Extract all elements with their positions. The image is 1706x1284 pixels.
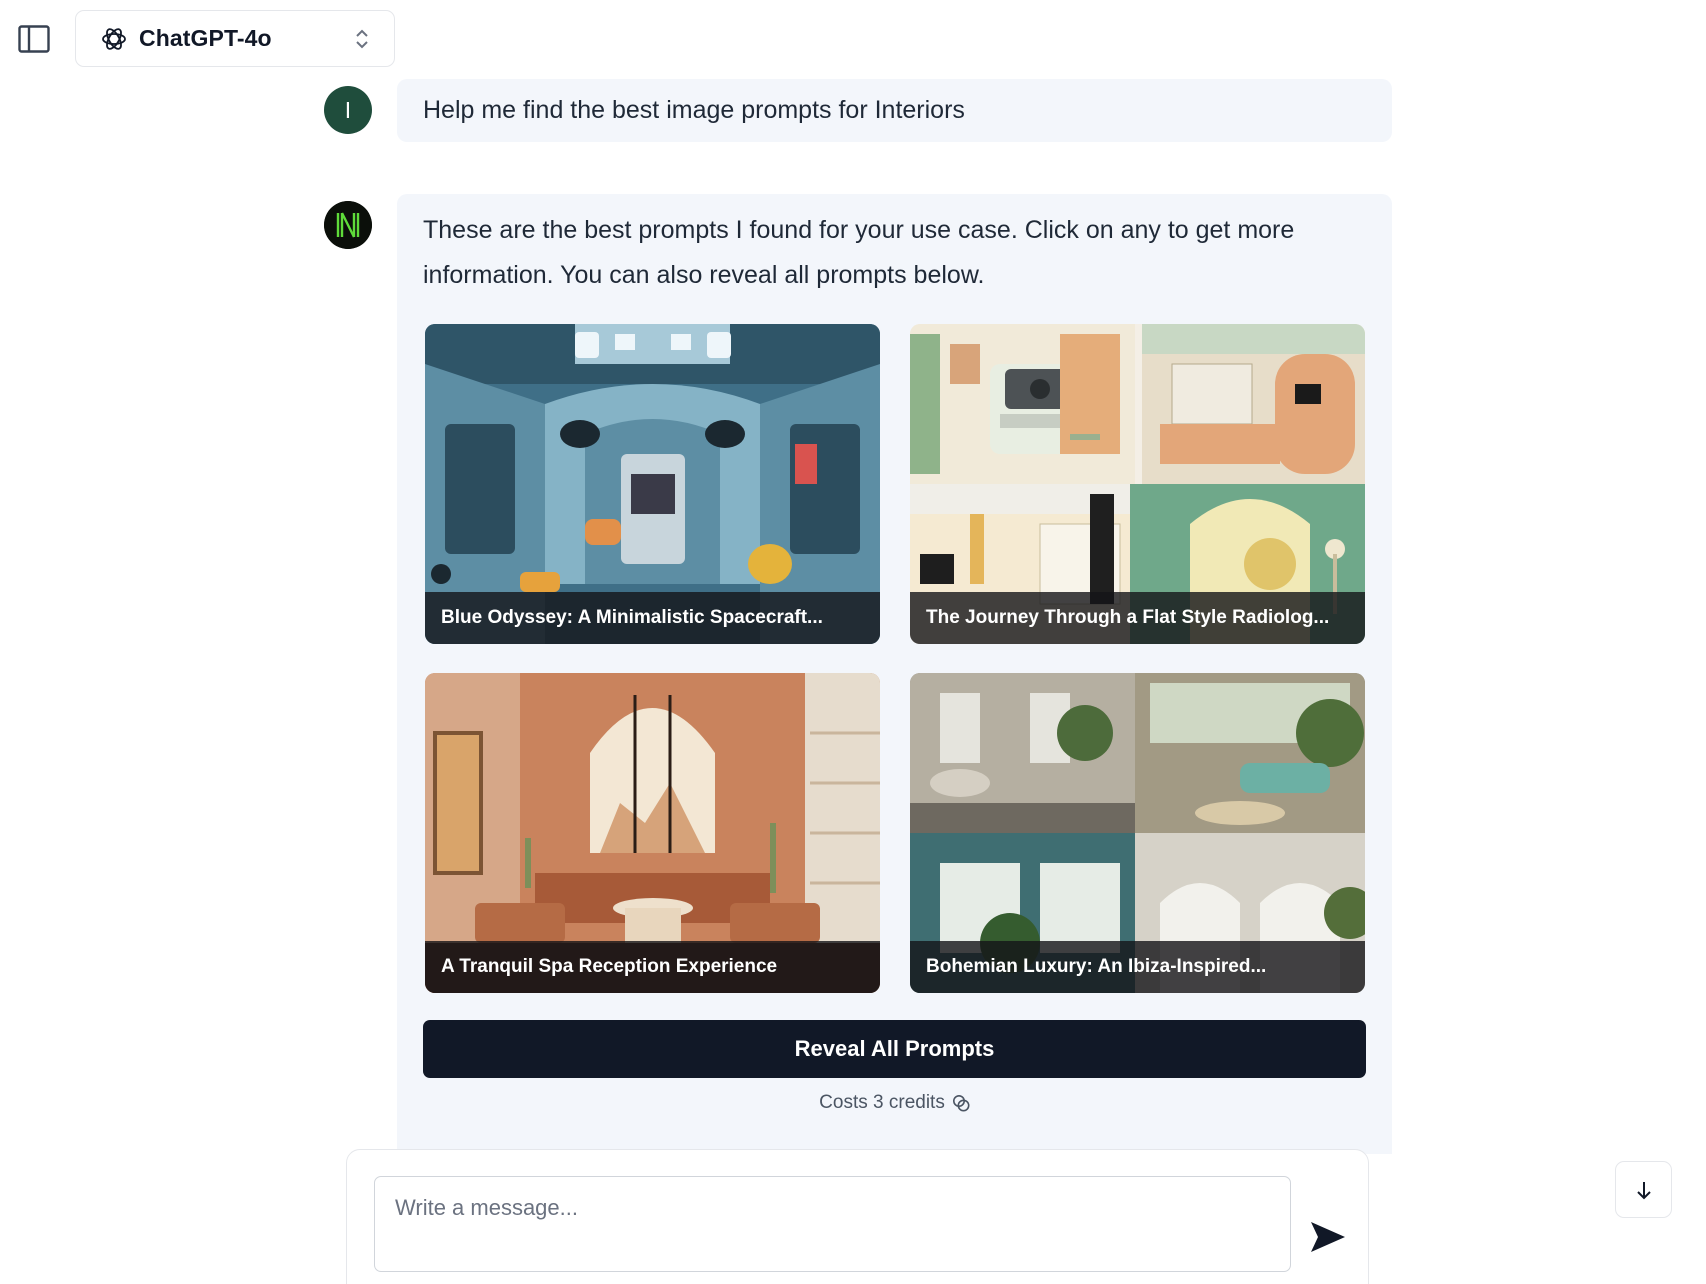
sidebar-panel-icon [18,25,50,53]
send-arrow-icon [1311,1222,1345,1252]
prompt-card-title: Bohemian Luxury: An Ibiza-Inspired... [910,941,1365,993]
model-selector[interactable]: ChatGPT-4o [75,10,395,67]
coins-icon [952,1094,970,1112]
sidebar-toggle-button[interactable] [14,22,54,56]
send-button[interactable] [1303,1212,1353,1262]
assistant-message-text: These are the best prompts I found for y… [423,216,1295,289]
model-name: ChatGPT-4o [139,25,272,51]
prompt-card-2[interactable]: The Journey Through a Flat Style Radiolo… [910,324,1365,644]
message-input[interactable] [374,1176,1291,1272]
scroll-to-bottom-button[interactable] [1615,1161,1672,1218]
assistant-avatar [324,201,372,249]
user-message-text: Help me find the best image prompts for … [423,96,965,124]
prompt-card-title: A Tranquil Spa Reception Experience [425,941,880,993]
reveal-all-prompts-button[interactable]: Reveal All Prompts [423,1020,1366,1078]
arrow-down-icon [1636,1181,1651,1199]
assistant-message: These are the best prompts I found for y… [397,194,1392,1154]
n-logo-icon [324,201,372,249]
user-message: Help me find the best image prompts for … [397,79,1392,142]
prompt-card-3[interactable]: A Tranquil Spa Reception Experience [425,673,880,993]
openai-logo-icon [102,27,126,50]
credits-text: Costs 3 credits [819,1092,945,1113]
prompt-card-4[interactable]: Bohemian Luxury: An Ibiza-Inspired... [910,673,1365,993]
chevron-up-down-icon [356,29,368,48]
message-composer [346,1149,1369,1284]
prompt-card-1[interactable]: Blue Odyssey: A Minimalistic Spacecraft.… [425,324,880,644]
user-avatar-initial: I [344,96,352,123]
prompt-card-title: The Journey Through a Flat Style Radiolo… [910,592,1365,644]
credits-note: Costs 3 credits [397,1092,1392,1114]
prompt-card-title: Blue Odyssey: A Minimalistic Spacecraft.… [425,592,880,644]
user-avatar: I [324,86,372,134]
